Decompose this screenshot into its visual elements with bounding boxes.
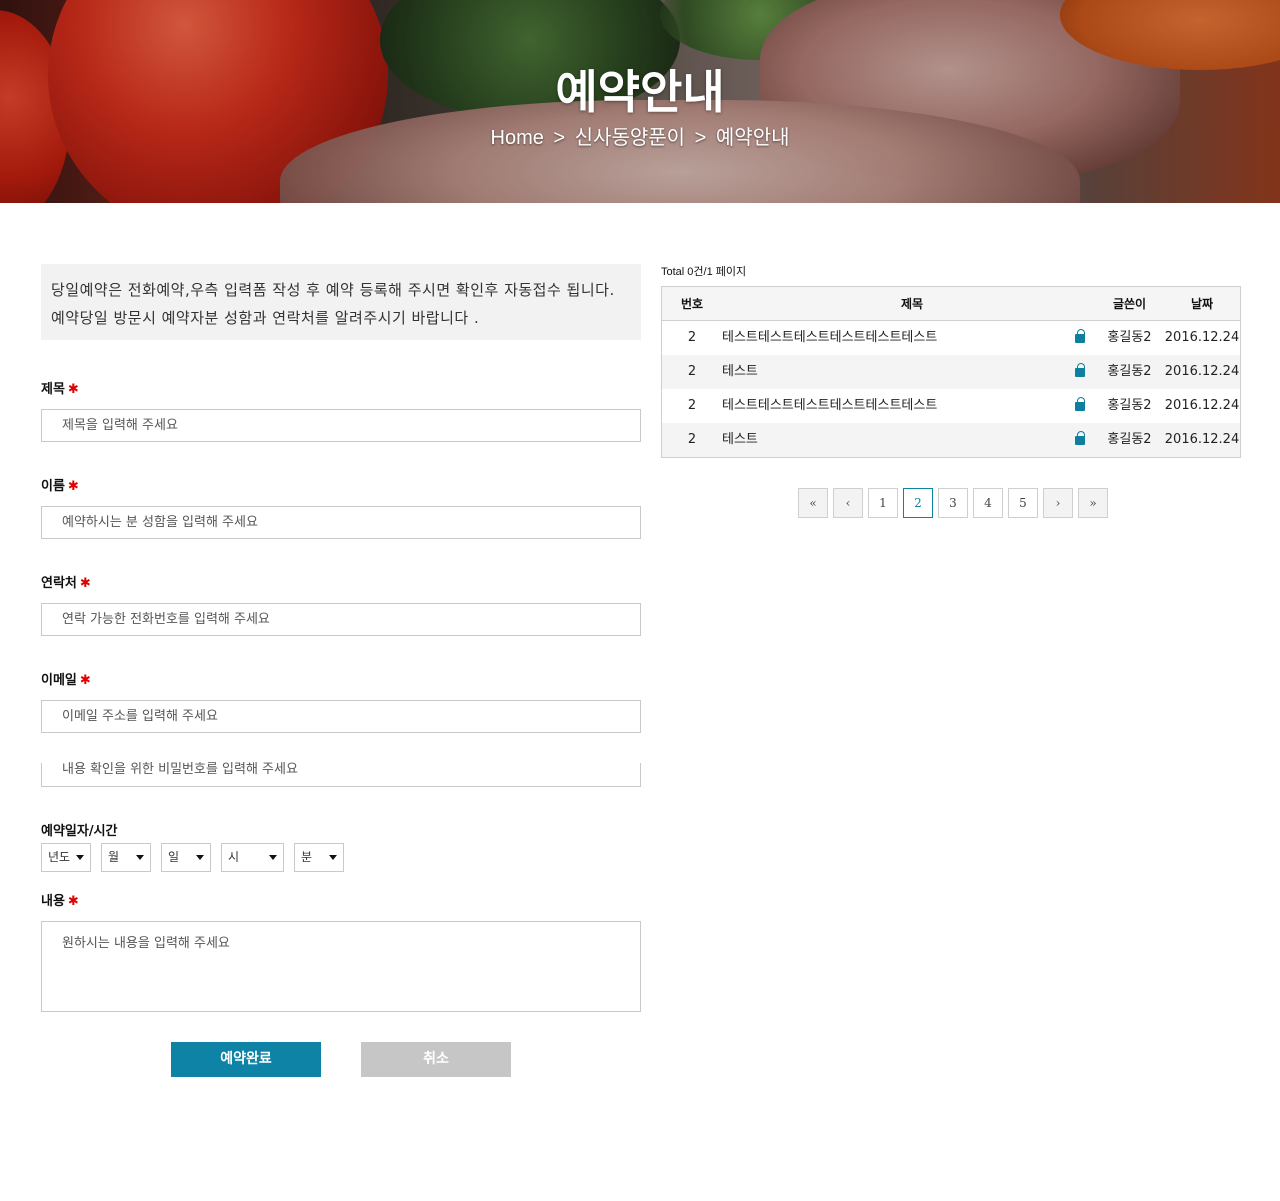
column-header-title: 제목: [900, 297, 924, 311]
row-writer: 홍길동2: [1107, 364, 1152, 379]
caret-down-icon: [269, 855, 277, 860]
reservation-form-area: 당일예약은 전화예약,우측 입력폼 작성 후 예약 등록해 주시면 확인후 자동…: [41, 264, 641, 340]
submit-reservation-button[interactable]: 예약완료: [171, 1042, 321, 1077]
lock-icon: [1075, 431, 1085, 445]
table-row[interactable]: 2 테스트테스트테스트테스트테스트테스트 홍길동2 2016.12.24: [662, 389, 1240, 423]
month-select[interactable]: 월: [101, 843, 151, 872]
row-date: 2016.12.24: [1164, 364, 1240, 379]
row-no: 2: [687, 398, 697, 413]
email-input[interactable]: 이메일 주소를 입력해 주세요: [41, 700, 641, 733]
content-label-text: 내용: [41, 894, 65, 909]
title-label-text: 제목: [41, 382, 65, 397]
content-label: 내용 ✱: [41, 890, 79, 909]
required-mark: ✱: [67, 894, 79, 909]
last-page-button[interactable]: »: [1078, 488, 1108, 518]
page-3-button[interactable]: 3: [938, 488, 968, 518]
day-select[interactable]: 일: [161, 843, 211, 872]
hour-select[interactable]: 시: [221, 843, 284, 872]
breadcrumb-current: 예약안내: [715, 127, 790, 149]
content-textarea[interactable]: 원하시는 내용을 입력해 주세요: [41, 921, 641, 1012]
breadcrumb-separator: >: [553, 127, 566, 149]
lock-icon: [1075, 363, 1085, 377]
cancel-button[interactable]: 취소: [361, 1042, 511, 1077]
required-mark: ✱: [67, 479, 79, 494]
caret-down-icon: [329, 855, 337, 860]
page-1-button[interactable]: 1: [868, 488, 898, 518]
minute-select[interactable]: 분: [294, 843, 344, 872]
row-no: 2: [687, 432, 697, 447]
required-mark: ✱: [67, 382, 79, 397]
page-5-button[interactable]: 5: [1008, 488, 1038, 518]
required-mark: ✱: [79, 576, 91, 591]
page-title: 예약안내: [555, 66, 725, 118]
reservation-board: 번호 제목 글쓴이 날짜 2 테스트테스트테스트테스트테스트테스트 홍길동2 2…: [661, 286, 1241, 458]
first-page-button[interactable]: «: [798, 488, 828, 518]
hour-select-value: 시: [228, 850, 240, 864]
caret-down-icon: [196, 855, 204, 860]
caret-down-icon: [136, 855, 144, 860]
breadcrumb-home[interactable]: Home: [491, 127, 544, 149]
board-header: 번호 제목 글쓴이 날짜: [662, 287, 1240, 321]
email-label: 이메일 ✱: [41, 669, 91, 688]
hero-banner: 예약안내 Home > 신사동양푼이 > 예약안내: [0, 0, 1280, 203]
row-writer: 홍길동2: [1107, 330, 1152, 345]
title-input[interactable]: 제목을 입력해 주세요: [41, 409, 641, 442]
lock-icon: [1075, 329, 1085, 343]
breadcrumb-store[interactable]: 신사동양푼이: [575, 127, 685, 149]
phone-input[interactable]: 연락 가능한 전화번호를 입력해 주세요: [41, 603, 641, 636]
breadcrumb-separator: >: [694, 127, 707, 149]
month-select-value: 월: [108, 850, 120, 864]
table-row[interactable]: 2 테스트테스트테스트테스트테스트테스트 홍길동2 2016.12.24: [662, 321, 1240, 355]
phone-label-text: 연락처: [41, 576, 77, 591]
datetime-label-text: 예약일자/시간: [41, 824, 118, 839]
row-no: 2: [687, 364, 697, 379]
page-4-button[interactable]: 4: [973, 488, 1003, 518]
row-date: 2016.12.24: [1164, 432, 1240, 447]
required-mark: ✱: [79, 673, 91, 688]
row-no: 2: [687, 330, 697, 345]
column-header-writer: 글쓴이: [1112, 297, 1147, 311]
email-label-text: 이메일: [41, 673, 77, 688]
row-writer: 홍길동2: [1107, 432, 1152, 447]
row-title-link[interactable]: 테스트테스트테스트테스트테스트테스트: [722, 389, 1117, 423]
year-select-value: 년도: [48, 850, 71, 864]
page-2-button[interactable]: 2: [903, 488, 933, 518]
row-writer: 홍길동2: [1107, 398, 1152, 413]
phone-label: 연락처 ✱: [41, 572, 91, 591]
column-header-no: 번호: [680, 297, 704, 311]
breadcrumb: Home > 신사동양푼이 > 예약안내: [0, 121, 1280, 150]
minute-select-value: 분: [301, 850, 313, 864]
password-input[interactable]: 내용 확인을 위한 비밀번호를 입력해 주세요: [41, 763, 641, 787]
name-label-text: 이름: [41, 479, 65, 494]
datetime-label: 예약일자/시간: [41, 820, 118, 839]
row-title-link[interactable]: 테스트테스트테스트테스트테스트테스트: [722, 321, 1117, 355]
year-select[interactable]: 년도: [41, 843, 91, 872]
row-date: 2016.12.24: [1164, 330, 1240, 345]
name-label: 이름 ✱: [41, 475, 79, 494]
row-date: 2016.12.24: [1164, 398, 1240, 413]
prev-page-button[interactable]: ‹: [833, 488, 863, 518]
table-row[interactable]: 2 테스트 홍길동2 2016.12.24: [662, 423, 1240, 457]
name-input[interactable]: 예약하시는 분 성함을 입력해 주세요: [41, 506, 641, 539]
column-header-date: 날짜: [1190, 297, 1214, 311]
day-select-value: 일: [168, 850, 180, 864]
row-title-link[interactable]: 테스트: [722, 423, 1117, 457]
next-page-button[interactable]: ›: [1043, 488, 1073, 518]
caret-down-icon: [76, 855, 84, 860]
reservation-notice: 당일예약은 전화예약,우측 입력폼 작성 후 예약 등록해 주시면 확인후 자동…: [41, 264, 641, 340]
title-label: 제목 ✱: [41, 378, 79, 397]
board-total: Total 0건/1 페이지: [661, 266, 747, 278]
row-title-link[interactable]: 테스트: [722, 355, 1117, 389]
lock-icon: [1075, 397, 1085, 411]
table-row[interactable]: 2 테스트 홍길동2 2016.12.24: [662, 355, 1240, 389]
